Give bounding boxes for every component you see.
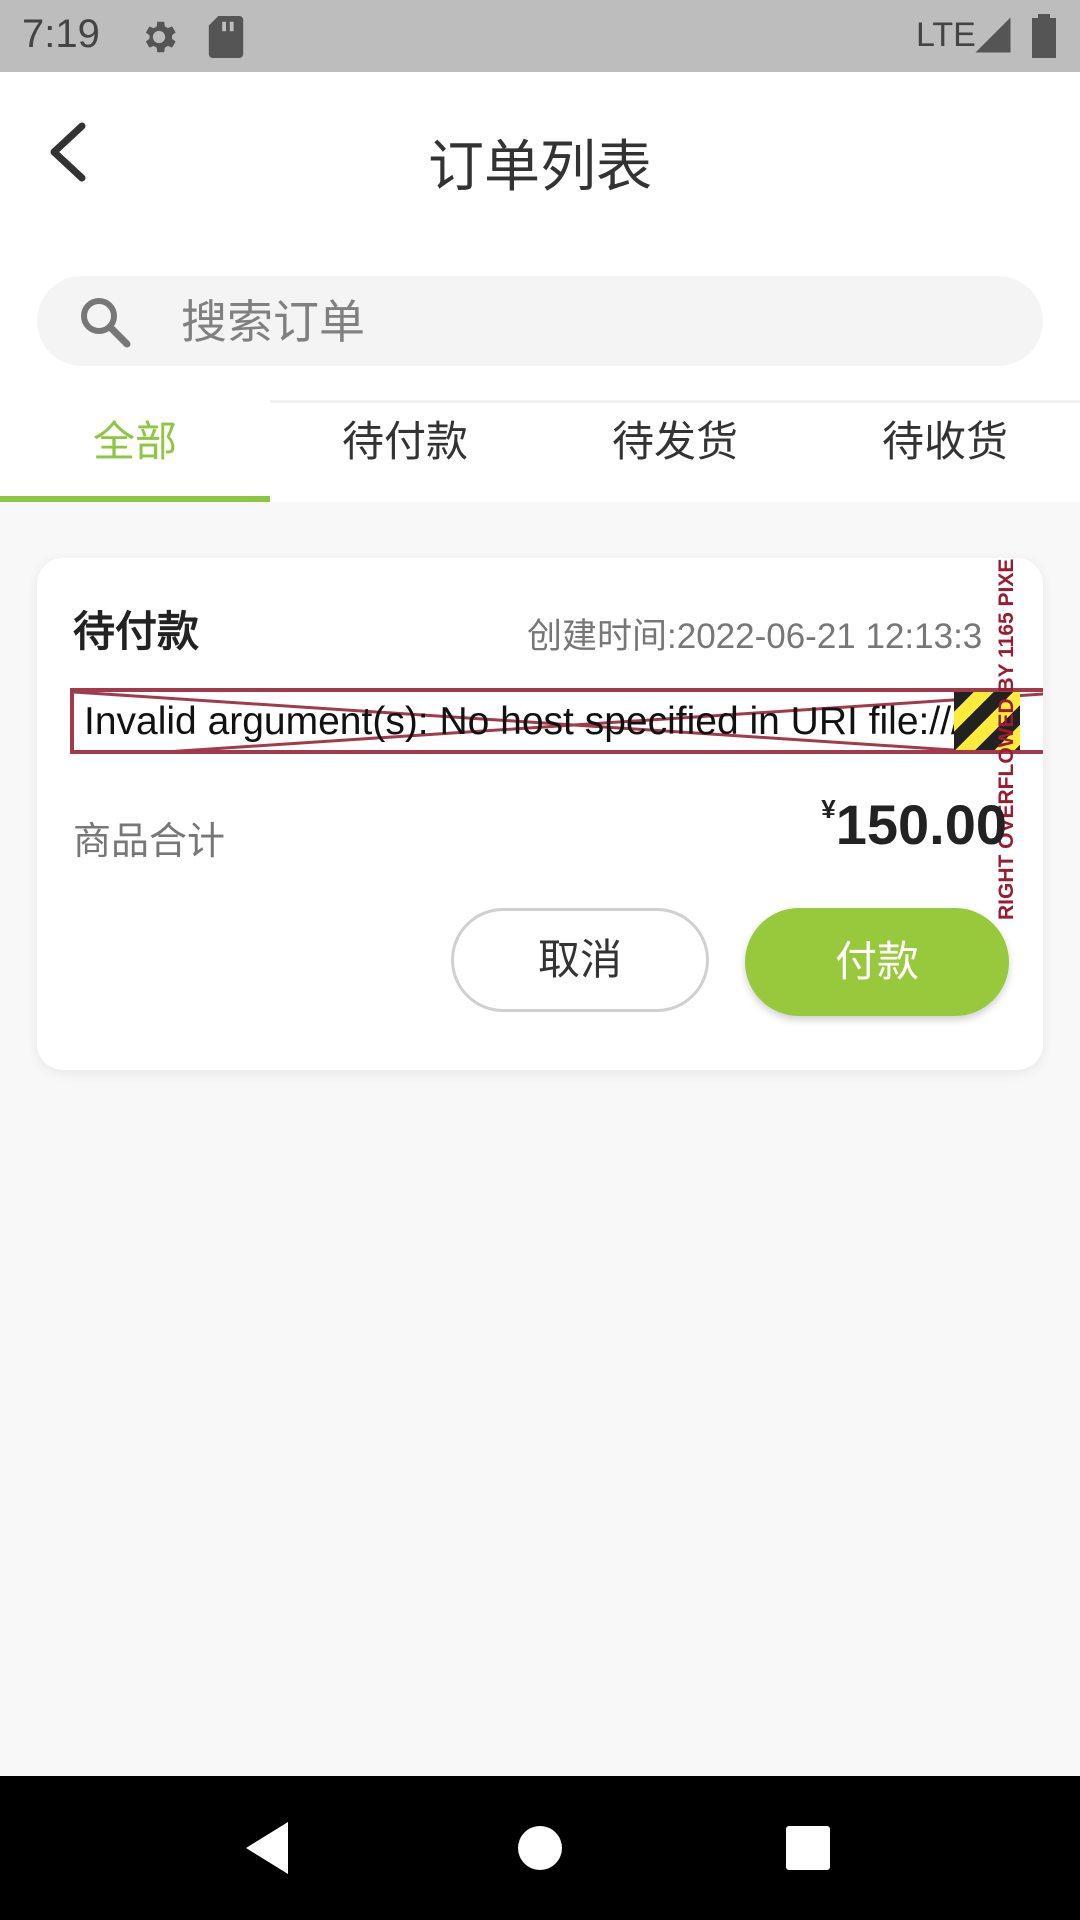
page-title: 订单列表	[428, 135, 652, 200]
recents-square-icon[interactable]	[772, 1812, 844, 1884]
search-box[interactable]	[37, 276, 1043, 368]
active-tab-indicator	[0, 496, 270, 502]
status-time: 7:19	[22, 12, 100, 56]
tab-all[interactable]: 全部	[0, 400, 270, 502]
search-input[interactable]	[179, 276, 1003, 368]
image-error-box: Invalid argument(s): No host specified i…	[70, 688, 1043, 754]
tab-bar: 全部 待付款 待发货 待收货	[0, 400, 1080, 502]
order-status: 待付款	[73, 607, 200, 656]
tab-label: 待收货	[881, 417, 1008, 466]
cancel-button[interactable]: 取消	[451, 908, 709, 1012]
tab-pending-shipment[interactable]: 待发货	[540, 400, 810, 502]
pay-button[interactable]: 付款	[745, 908, 1009, 1016]
tab-pending-receipt[interactable]: 待收货	[810, 400, 1080, 502]
app-header: 订单列表	[0, 72, 1080, 250]
home-circle-icon[interactable]	[504, 1812, 576, 1884]
sd-card-icon	[208, 16, 244, 58]
total-label: 商品合计	[73, 819, 226, 863]
tab-label: 全部	[92, 417, 177, 466]
battery-icon	[1032, 14, 1056, 58]
status-bar: 7:19 LTE	[0, 0, 1080, 72]
network-label: LTE	[916, 16, 976, 54]
system-nav-bar	[0, 1776, 1080, 1920]
tab-pending-payment[interactable]: 待付款	[270, 400, 540, 502]
order-card[interactable]: 待付款 创建时间:2022-06-21 12:13:3 Invalid argu…	[37, 558, 1043, 1070]
currency-symbol: ¥	[821, 794, 836, 824]
tab-label: 待付款	[341, 417, 468, 466]
search-area	[0, 250, 1080, 400]
back-triangle-icon[interactable]	[232, 1812, 304, 1884]
signal-icon	[975, 17, 1011, 53]
order-amount: 150.00	[835, 793, 1007, 856]
tab-label: 待发货	[611, 417, 738, 466]
gear-icon	[145, 21, 176, 53]
error-message: Invalid argument(s): No host specified i…	[84, 700, 1004, 743]
order-total-price: ¥150.00	[821, 792, 1007, 857]
search-icon	[81, 298, 131, 348]
created-time: 创建时间:2022-06-21 12:13:3	[527, 617, 983, 656]
overflow-warning-text: RIGHT OVERFLOWED BY 1165 PIXELS	[995, 558, 1018, 920]
